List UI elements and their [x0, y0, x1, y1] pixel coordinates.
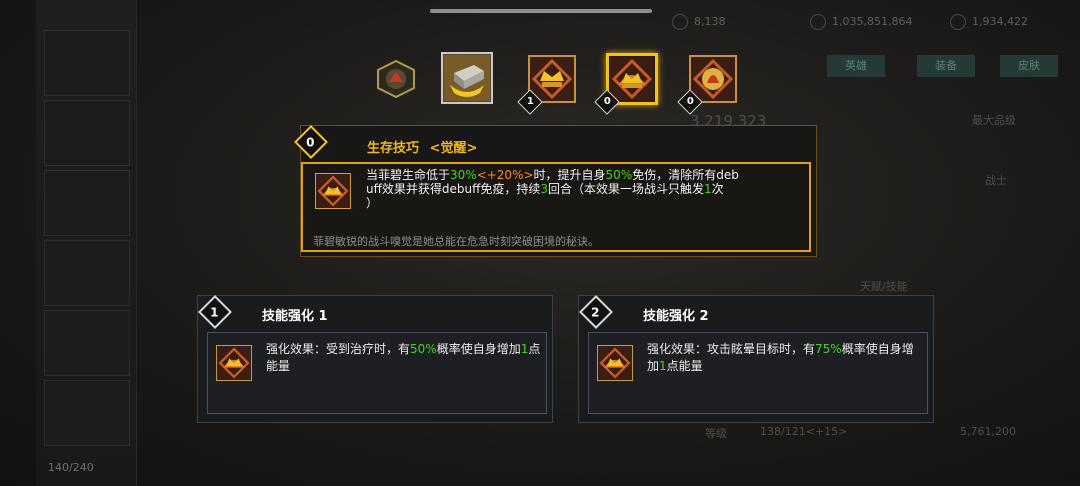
hero-portrait-icon[interactable] [377, 60, 415, 98]
tab-equipment[interactable]: 装备 [917, 55, 975, 77]
skill-tooltip: 0 生存技巧 <觉醒> 当菲碧生命低于30%<+20%>时，提升自身50%免伤，… [294, 125, 817, 257]
skill-flavor-text: 菲碧敏锐的战斗嗅觉是她总能在危急时刻突破困境的秘诀。 [313, 235, 599, 248]
section-label: 天赋/技能 [860, 280, 908, 293]
hero-slot[interactable] [44, 170, 130, 236]
skill-detail-box: 当菲碧生命低于30%<+20%>时，提升自身50%免伤，清除所有deb uff效果… [301, 162, 811, 252]
drag-handle[interactable] [430, 9, 652, 13]
tab-hero[interactable]: 英雄 [827, 55, 885, 77]
upgrade-number-badge: 2 [579, 295, 613, 329]
level-value: 138/121<+15> [760, 425, 848, 438]
skill-title: 生存技巧 <觉醒> [367, 141, 478, 156]
upgrade-title: 技能强化 1 [262, 309, 328, 324]
skill-upgrade-card-2: 2 技能强化 2 强化效果：攻击眩晕目标时，有75%概率使自身增加1点能量 [578, 295, 934, 423]
upgrade-description: 强化效果：攻击眩晕目标时，有75%概率使自身增加1点能量 [647, 342, 914, 373]
tab-skin[interactable]: 皮肤 [1000, 55, 1058, 77]
upgrade-description: 强化效果：受到治疗时，有50%概率使自身增加1点能量 [266, 342, 541, 373]
resource-energy: 8,138 [672, 14, 726, 30]
survival-skill-small-icon [315, 173, 351, 209]
upgrade-detail-box: 强化效果：受到治疗时，有50%概率使自身增加1点能量 [207, 332, 547, 414]
tooltip-level-badge: 0 [294, 125, 328, 159]
upgrade-detail-box: 强化效果：攻击眩晕目标时，有75%概率使自身增加1点能量 [588, 332, 928, 414]
hero-slot[interactable] [44, 380, 130, 446]
role-label: 战士 [985, 174, 1007, 187]
skill-description: 当菲碧生命低于30%<+20%>时，提升自身50%免伤，清除所有deb uff效果… [366, 168, 739, 210]
upgrade-skill-icon [216, 345, 252, 381]
credit-icon [810, 14, 826, 30]
upgrade-title: 技能强化 2 [643, 309, 709, 324]
energy-icon [672, 14, 688, 30]
resource-credit: 1,035,851,864 [810, 14, 912, 30]
upgrade-number-badge: 1 [198, 295, 232, 329]
hero-list-strip [36, 0, 137, 486]
hero-slot[interactable] [44, 30, 130, 96]
armor-block-skill-icon[interactable] [441, 52, 493, 104]
hero-slot[interactable] [44, 310, 130, 376]
hero-slot[interactable] [44, 240, 130, 306]
resource-gem: 1,934,422 [950, 14, 1028, 30]
level-label: 等级 [705, 427, 727, 440]
gem-icon [950, 14, 966, 30]
hero-slot[interactable] [44, 100, 130, 166]
skill-upgrade-card-1: 1 技能强化 1 强化效果：受到治疗时，有50%概率使自身增加1点能量 [197, 295, 553, 423]
bottom-currency: 5,761,200 [960, 425, 1016, 438]
inventory-count: 140/240 [48, 461, 94, 474]
stat-label: 最大品级 [972, 114, 1016, 127]
upgrade-skill-icon [597, 345, 633, 381]
